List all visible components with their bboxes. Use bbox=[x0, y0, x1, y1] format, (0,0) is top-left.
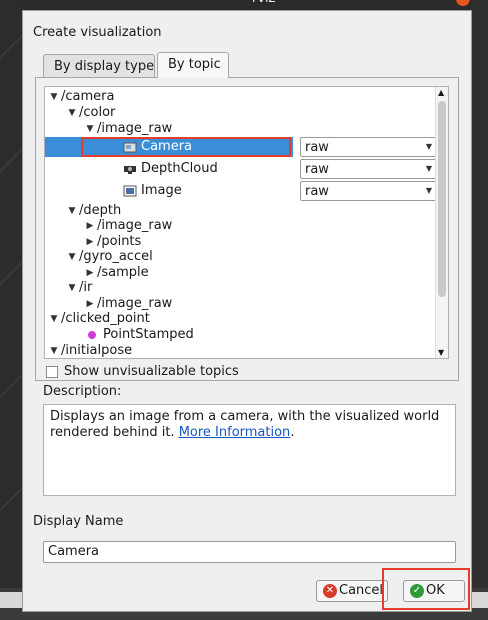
tree-node-camera-display[interactable]: Camera bbox=[45, 137, 293, 157]
desktop-background bbox=[0, 0, 22, 620]
expand-arrow-icon[interactable]: ▼ bbox=[49, 341, 59, 358]
point-icon bbox=[88, 331, 96, 339]
close-icon[interactable] bbox=[456, 0, 470, 6]
chevron-down-icon: ▼ bbox=[425, 186, 432, 195]
tab-by-topic[interactable]: By topic bbox=[157, 52, 229, 78]
depthcloud-icon bbox=[124, 166, 136, 174]
image-transport-select[interactable]: raw ▼ bbox=[300, 181, 438, 201]
tab-panel-by-topic: ▼ /camera ▼ /color ▼ /image_raw Camera r… bbox=[35, 77, 459, 381]
scrollbar-thumb[interactable] bbox=[438, 101, 446, 297]
camera-highlight-box bbox=[81, 137, 291, 157]
tree-node-image-raw[interactable]: ▼ /image_raw bbox=[45, 119, 438, 139]
depthcloud-transport-select[interactable]: raw ▼ bbox=[300, 159, 438, 179]
tree-node-depthcloud-display[interactable]: DepthCloud bbox=[45, 159, 293, 179]
description-label: Description: bbox=[43, 384, 122, 399]
create-visualization-dialog: Create visualization By display type By … bbox=[22, 10, 472, 612]
tab-by-display-type[interactable]: By display type bbox=[43, 54, 155, 78]
tree-scrollbar[interactable]: ▲ ▼ bbox=[435, 87, 448, 358]
chevron-down-icon: ▼ bbox=[425, 142, 432, 151]
scroll-up-icon[interactable]: ▲ bbox=[438, 88, 444, 97]
display-name-input[interactable]: Camera bbox=[43, 541, 456, 563]
scroll-down-icon[interactable]: ▼ bbox=[438, 348, 444, 357]
cancel-icon: ✕ bbox=[323, 584, 337, 598]
window-title: rviz bbox=[252, 0, 275, 6]
image-icon bbox=[123, 185, 137, 197]
description-line-1: Displays an image from a camera, with th… bbox=[50, 409, 440, 424]
show-unvisualizable-checkbox[interactable] bbox=[46, 366, 58, 378]
description-line-2: rendered behind it. More Information. bbox=[50, 425, 295, 440]
ok-highlight-box bbox=[382, 568, 470, 610]
display-name-label: Display Name bbox=[33, 514, 124, 529]
description-box: Displays an image from a camera, with th… bbox=[43, 404, 456, 496]
more-information-link[interactable]: More Information bbox=[179, 425, 291, 440]
show-unvisualizable-label: Show unvisualizable topics bbox=[64, 364, 239, 379]
chevron-down-icon: ▼ bbox=[425, 164, 432, 173]
dialog-heading: Create visualization bbox=[33, 25, 162, 40]
topic-tree[interactable]: ▼ /camera ▼ /color ▼ /image_raw Camera r… bbox=[44, 86, 449, 359]
tree-node-initialpose[interactable]: ▼ /initialpose bbox=[45, 341, 438, 358]
tree-node-image-display[interactable]: Image bbox=[45, 181, 293, 201]
cancel-button[interactable]: ✕ Cancel bbox=[316, 580, 388, 602]
expand-arrow-icon[interactable]: ▼ bbox=[85, 119, 95, 139]
window-titlebar: rviz bbox=[22, 0, 472, 10]
camera-transport-select[interactable]: raw ▼ bbox=[300, 137, 438, 157]
